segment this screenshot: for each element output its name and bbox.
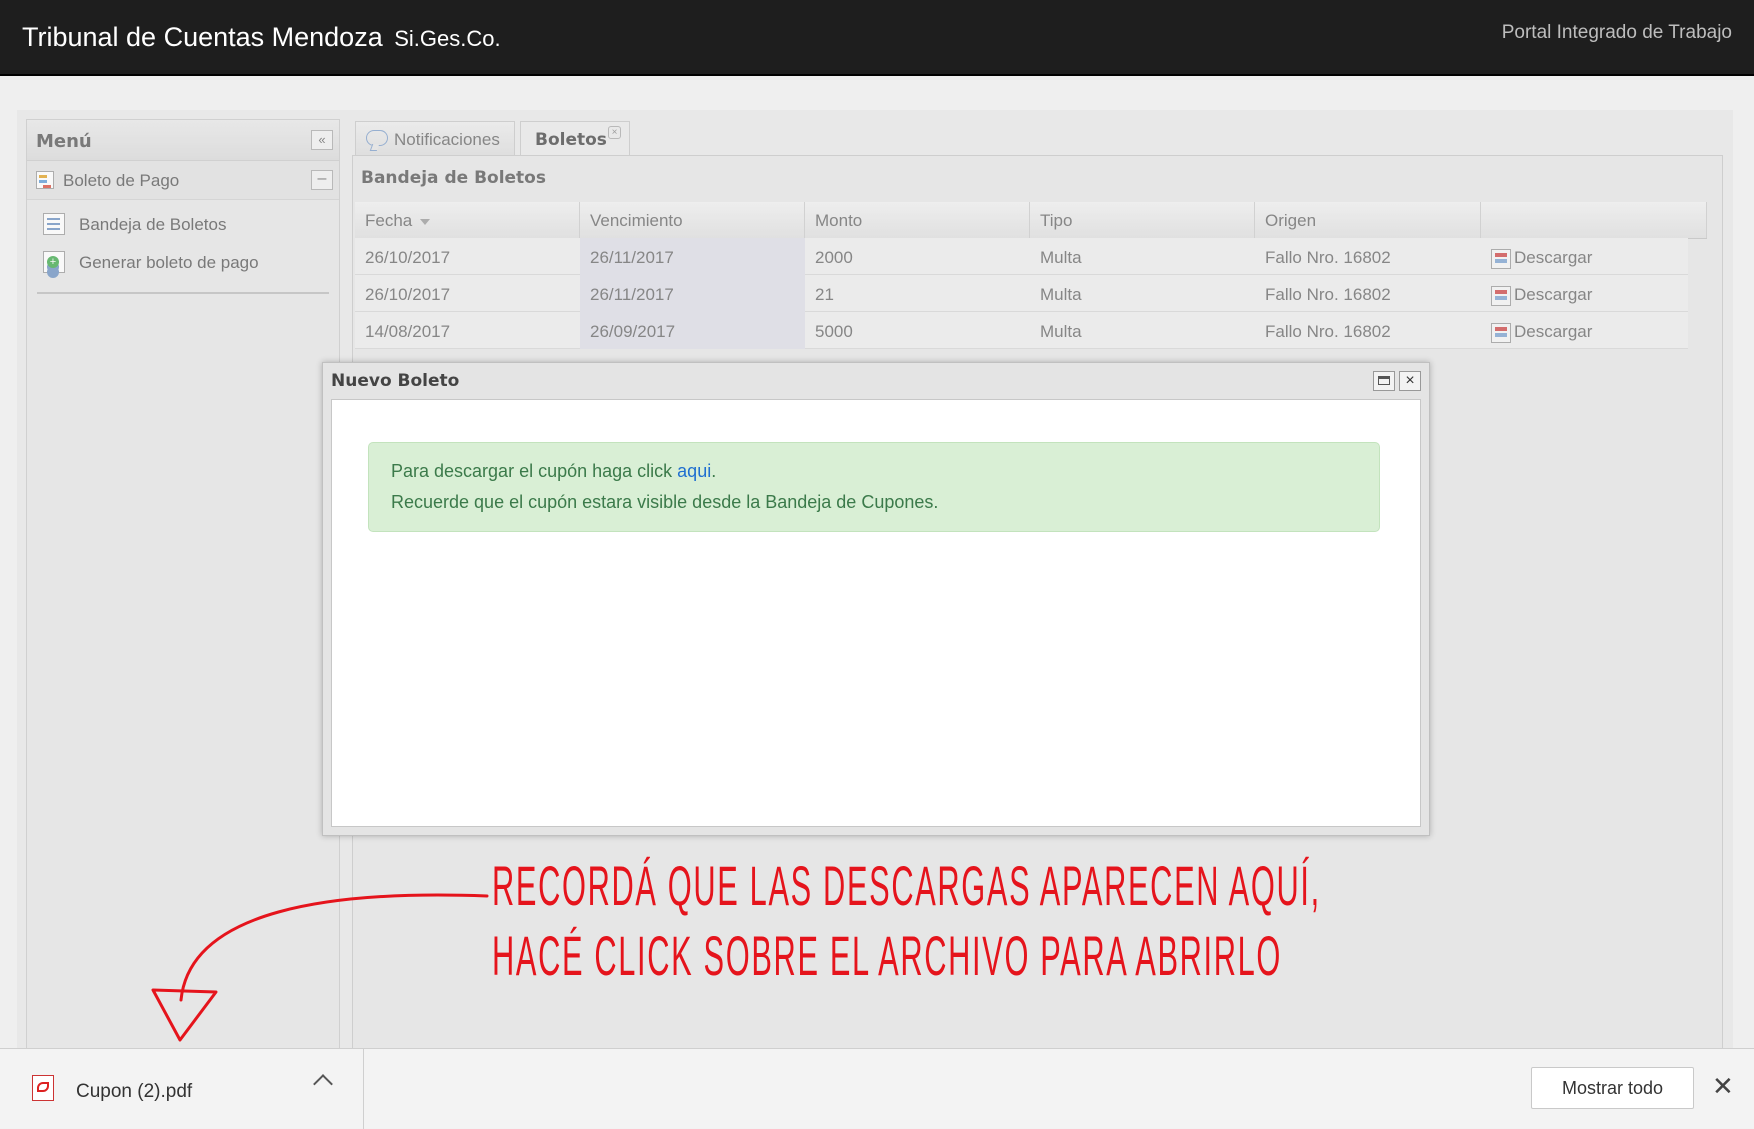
alert-line-1: Para descargar el cupón haga click aqui.	[391, 461, 717, 481]
portal-link[interactable]: Portal Integrado de Trabajo	[1502, 22, 1732, 44]
annotation-text-line-2: HACÉ CLICK SOBRE EL ARCHIVO PARA ABRIRLO	[492, 924, 1283, 987]
downloaded-file-item[interactable]: Cupon (2).pdf	[0, 1049, 364, 1129]
close-icon[interactable]: ×	[1399, 371, 1421, 391]
brand-name: Tribunal de Cuentas Mendoza	[22, 22, 383, 52]
annotation-text-line-1: RECORDÁ QUE LAS DESCARGAS APARECEN AQUÍ,	[492, 854, 1321, 917]
dialog-title: Nuevo Boleto	[331, 371, 460, 391]
maximize-icon[interactable]	[1373, 371, 1395, 391]
download-coupon-link[interactable]: aqui	[677, 461, 711, 481]
close-icon[interactable]: ✕	[1712, 1073, 1734, 1099]
nuevo-boleto-dialog: Nuevo Boleto × Para descargar el cupón h…	[322, 362, 1430, 836]
download-bar: Cupon (2).pdf Mostrar todo ✕	[0, 1048, 1754, 1129]
downloaded-file-name: Cupon (2).pdf	[76, 1081, 193, 1102]
success-alert: Para descargar el cupón haga click aqui.…	[368, 442, 1380, 532]
dialog-body: Para descargar el cupón haga click aqui.…	[331, 399, 1421, 827]
show-all-downloads-button[interactable]: Mostrar todo	[1531, 1067, 1694, 1109]
pdf-icon	[32, 1075, 54, 1101]
alert-line-2: Recuerde que el cupón estara visible des…	[391, 492, 939, 512]
app-header: Tribunal de Cuentas Mendoza Si.Ges.Co. P…	[0, 0, 1754, 76]
app-title: Tribunal de Cuentas Mendoza Si.Ges.Co.	[22, 22, 501, 53]
chevron-up-icon[interactable]	[313, 1074, 333, 1094]
brand-sub: Si.Ges.Co.	[394, 26, 501, 51]
